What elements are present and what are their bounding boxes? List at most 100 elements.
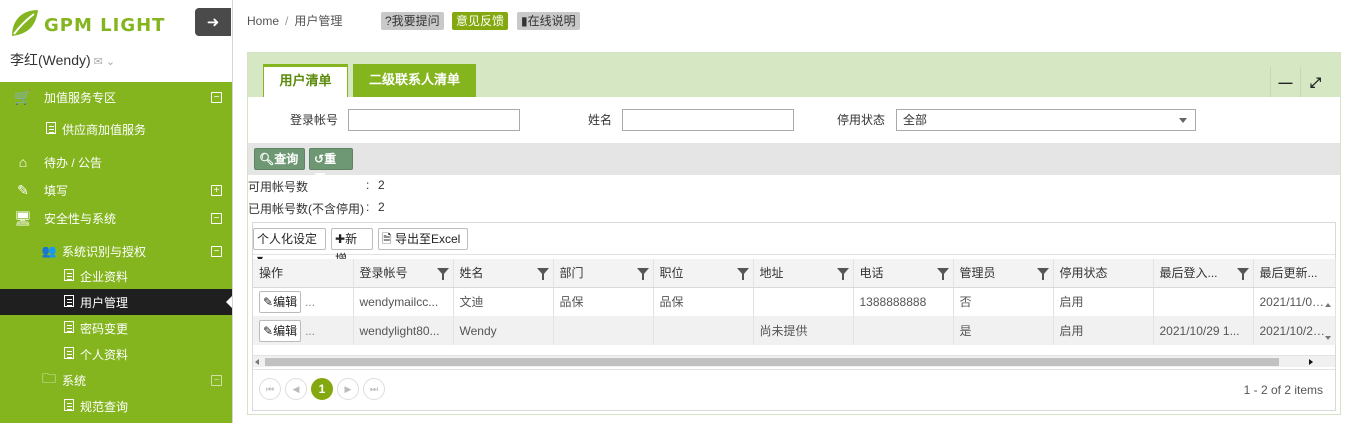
search-bar: 🔍︎查询 ↺重置 (248, 143, 1340, 186)
scroll-up-icon[interactable] (1325, 303, 1331, 307)
feedback-button[interactable]: 意见反馈 (452, 12, 509, 30)
column-header-label: 电话 (859, 266, 884, 281)
sidebar-item-company[interactable]: 企业资料 (0, 263, 232, 289)
used-value: 2 (378, 200, 385, 214)
column-header-admin[interactable]: 管理员 (953, 259, 1054, 288)
edit-label: 编辑 (273, 323, 298, 338)
more-menu[interactable]: ... (305, 324, 315, 338)
collapse-toggle-icon[interactable]: − (211, 245, 222, 257)
cart-icon: 🛒 (14, 88, 32, 105)
reset-button[interactable]: ↺重置 (309, 148, 353, 186)
filter-icon[interactable] (636, 268, 649, 280)
breadcrumb: Home / 用户管理 (247, 12, 342, 29)
column-header-dept[interactable]: 部门 (553, 259, 654, 288)
scroll-left-icon[interactable] (255, 359, 259, 365)
scrollbar-thumb[interactable] (265, 358, 1279, 366)
scroll-down-icon[interactable] (1325, 336, 1331, 340)
sidebar-item-security[interactable]: 🖥 安全性与系统 − (0, 205, 232, 231)
sidebar-item-user-management[interactable]: 用户管理 (0, 289, 232, 315)
filter-icon[interactable] (836, 268, 849, 280)
filter-icon[interactable] (1036, 268, 1049, 280)
more-menu[interactable]: ... (305, 295, 315, 309)
column-header-title[interactable]: 职位 (653, 259, 754, 288)
column-header-label: 最后登入... (1159, 266, 1218, 281)
sidebar-item-value-added[interactable]: 🛒 加值服务专区 − (0, 84, 232, 110)
add-button[interactable]: ✚新增 (331, 228, 373, 266)
column-header-last-update[interactable]: 最后更新... (1253, 259, 1336, 288)
sidebar-item-spec[interactable]: 规范查询 (0, 393, 232, 419)
page-number-current[interactable]: 1 (311, 378, 333, 400)
sidebar-item-label: 供应商加值服务 (62, 122, 147, 137)
scroll-right-icon[interactable] (1309, 359, 1313, 365)
filter-icon[interactable] (536, 268, 549, 280)
expand-icon[interactable]: ⤢ (1300, 67, 1330, 97)
sidebar-item-profile[interactable]: 个人资料 (0, 341, 232, 367)
edit-button[interactable]: ✎编辑 (259, 319, 302, 342)
document-icon (60, 320, 78, 336)
personalize-dropdown[interactable]: 个人化设定▾ (253, 228, 326, 266)
column-header-status[interactable]: 停用状态 (1053, 259, 1154, 288)
collapse-toggle-icon[interactable]: − (211, 91, 222, 103)
query-button[interactable]: 🔍︎查询 (254, 148, 305, 170)
query-label: 查询 (274, 152, 299, 166)
breadcrumb-current: 用户管理 (294, 14, 343, 28)
cell-phone (853, 316, 954, 345)
folder-icon: 🗀 (42, 370, 56, 386)
edit-icon: ✎ (263, 294, 274, 309)
column-header-name[interactable]: 姓名 (453, 259, 554, 288)
collapse-toggle-icon[interactable]: − (211, 212, 222, 224)
next-page-icon[interactable]: ▶ (337, 378, 359, 400)
available-value: 2 (378, 178, 385, 192)
cell-action: ✎编辑... (253, 287, 354, 316)
account-input[interactable] (348, 109, 520, 131)
filter-icon[interactable] (736, 268, 749, 280)
expand-toggle-icon[interactable]: + (211, 184, 222, 196)
sidebar-item-label: 安全性与系统 (44, 211, 117, 226)
available-accounts: 可用帐号数 : 2 (248, 178, 385, 195)
cell-status: 启用 (1053, 316, 1154, 345)
cell-status: 启用 (1053, 287, 1154, 316)
column-header-phone[interactable]: 电话 (853, 259, 954, 288)
column-header-label: 登录帐号 (359, 266, 408, 281)
horizontal-scrollbar[interactable] (253, 355, 1335, 367)
cell-phone: 1388888888 (853, 287, 954, 316)
tab-user-list[interactable]: 用户清单 (263, 64, 348, 97)
sidebar-item-identity[interactable]: 👥 系统识别与授权 − (0, 238, 232, 264)
filter-icon[interactable] (1236, 268, 1249, 280)
sidebar-collapse-button[interactable]: ➜ (195, 8, 231, 36)
account-label: 登录帐号 (290, 113, 339, 127)
tab-secondary-contacts[interactable]: 二级联系人清单 (353, 64, 476, 97)
filter-icon[interactable] (436, 268, 449, 280)
sidebar-item-todo[interactable]: ⌂ 待办 / 公告 (0, 149, 232, 175)
breadcrumb-home[interactable]: Home (247, 14, 279, 28)
prev-page-icon[interactable]: ◀ (285, 378, 307, 400)
logo[interactable]: GPM LIGHT (8, 6, 173, 42)
sidebar-item-label: 个人资料 (80, 347, 129, 362)
edit-button[interactable]: ✎编辑 (259, 290, 302, 313)
sidebar-item-system[interactable]: 🗀 系统 − (0, 367, 232, 393)
last-page-icon[interactable]: ⏭ (363, 378, 385, 400)
monitor-icon: 🖥 (14, 209, 32, 226)
column-header-action: 操作 (253, 259, 354, 288)
first-page-icon[interactable]: ⏮ (259, 378, 281, 400)
column-header-address[interactable]: 地址 (753, 259, 854, 288)
name-input[interactable] (622, 109, 794, 131)
ask-question-button[interactable]: ?我要提问 (381, 12, 444, 30)
sidebar-item-password[interactable]: 密码变更 (0, 315, 232, 341)
status-select[interactable]: 全部 (896, 109, 1196, 131)
column-header-label: 地址 (759, 266, 784, 281)
sidebar-item-fill[interactable]: ✎ 填写 + (0, 177, 232, 203)
collapse-toggle-icon[interactable]: − (211, 374, 222, 386)
user-table: 操作 登录帐号 姓名 部门 职位 地址 电话 管理员 停用状态 最后登入... … (253, 259, 1336, 345)
export-excel-button[interactable]: 🗎 导出至Excel (378, 228, 468, 250)
sidebar-item-supplier-service[interactable]: 供应商加值服务 (0, 116, 232, 142)
user-menu[interactable]: 李红(Wendy) ✉ ⌄ (10, 50, 115, 70)
sidebar-item-label: 填写 (44, 183, 69, 198)
column-header-account[interactable]: 登录帐号 (353, 259, 454, 288)
filter-icon[interactable] (936, 268, 949, 280)
sidebar-item-label: 加值服务专区 (44, 90, 117, 105)
minimize-icon[interactable]: — (1270, 67, 1300, 97)
online-help-button[interactable]: ▮在线说明 (517, 12, 580, 30)
column-header-last-login[interactable]: 最后登入... (1153, 259, 1254, 288)
undo-icon: ↺ (314, 152, 325, 166)
